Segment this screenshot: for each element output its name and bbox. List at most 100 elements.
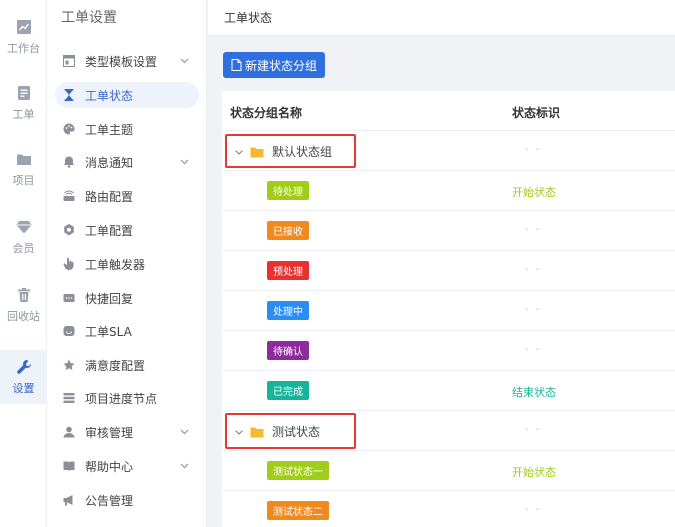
sla-icon: [63, 325, 75, 337]
bell-icon: [63, 156, 75, 168]
status-mark-empty: - -: [525, 504, 542, 515]
gear-icon: [63, 224, 75, 236]
menu-item-label: 满意度配置: [85, 358, 146, 373]
table-row[interactable]: 测试状态二 - -: [222, 491, 675, 527]
submenu-title: 工单设置: [61, 10, 117, 26]
folder-icon: [16, 151, 32, 167]
menu-item-ticket-theme[interactable]: 工单主题: [55, 116, 199, 142]
chevron-down-icon[interactable]: [180, 56, 189, 65]
table-row[interactable]: 已接收 - -: [222, 211, 675, 251]
menu-item-label: 公告管理: [85, 493, 134, 508]
status-tag: 待处理: [267, 181, 309, 200]
menu-item-ticket-status[interactable]: 工单状态: [55, 82, 199, 108]
status-tag: 测试状态一: [267, 461, 329, 480]
reply-icon: [63, 292, 75, 304]
diamond-icon: [16, 219, 32, 235]
status-mark: 开始状态: [512, 466, 556, 479]
status-tag: 已完成: [267, 381, 309, 400]
menu-item-label: 路由配置: [85, 189, 134, 204]
status-tag: 待确认: [267, 341, 309, 360]
table-row[interactable]: 待处理 开始状态: [222, 171, 675, 211]
menu-item-satisfaction[interactable]: 满意度配置: [55, 352, 199, 378]
rail-item-label: 工作台: [7, 41, 40, 55]
rail-item-recycle-bin[interactable]: 回收站: [0, 278, 47, 332]
rail-item-label: 项目: [12, 173, 35, 187]
rail-item-label: 工单: [12, 107, 35, 121]
menu-item-review[interactable]: 审核管理: [55, 419, 199, 445]
menu-item-label: 消息通知: [85, 155, 134, 170]
book-icon: [63, 460, 75, 472]
status-mark-empty: - -: [525, 144, 542, 155]
chevron-down-icon[interactable]: [180, 157, 189, 166]
status-mark-empty: - -: [525, 344, 542, 355]
menu-item-label: 工单触发器: [85, 257, 146, 272]
rail-item-label: 会员: [12, 241, 35, 255]
hourglass-icon: [63, 89, 75, 101]
column-header-group-name: 状态分组名称: [230, 106, 303, 120]
star-icon: [63, 359, 75, 371]
menu-item-help-center[interactable]: 帮助中心: [55, 453, 199, 479]
chart-icon: [16, 19, 32, 35]
template-icon: [63, 55, 75, 67]
new-status-group-button[interactable]: 新建状态分组: [223, 52, 326, 78]
menu-item-ticket-trigger[interactable]: 工单触发器: [55, 251, 199, 277]
user-icon: [63, 426, 75, 438]
page-title: 工单状态: [224, 11, 273, 25]
table-row[interactable]: 测试状态一 开始状态: [222, 451, 675, 491]
menu-item-label: 审核管理: [85, 425, 134, 440]
menu-item-project-progress[interactable]: 项目进度节点: [55, 385, 199, 411]
menu-item-label: 快捷回复: [85, 291, 134, 306]
rail-item-workbench[interactable]: 工作台: [0, 10, 47, 64]
chevron-down-icon[interactable]: [180, 427, 189, 436]
page-header: 工单状态: [208, 0, 675, 36]
list-icon: [63, 392, 75, 404]
rail-item-settings[interactable]: 设置: [0, 350, 47, 404]
submenu: 工单设置 类型模板设置 工单状态 工单主题 消息通知 路由配置 工单配置 工单触…: [47, 0, 207, 527]
menu-item-label: 项目进度节点: [85, 391, 158, 406]
status-mark: 结束状态: [512, 386, 556, 399]
chevron-down-icon[interactable]: [180, 461, 189, 470]
menu-item-label: 类型模板设置: [85, 54, 158, 69]
menu-item-ticket-config[interactable]: 工单配置: [55, 217, 199, 243]
status-mark-empty: - -: [525, 264, 542, 275]
table-row[interactable]: 已完成 结束状态: [222, 371, 675, 411]
highlight-box: [225, 413, 356, 449]
hand-icon: [63, 258, 75, 270]
menu-item-label: 工单主题: [85, 122, 134, 137]
status-mark-empty: - -: [525, 224, 542, 235]
rail-item-label: 设置: [12, 381, 35, 395]
menu-item-type-template[interactable]: 类型模板设置: [55, 48, 199, 74]
status-tag: 已接收: [267, 221, 309, 240]
menu-item-label: 工单配置: [85, 223, 134, 238]
rail-item-tickets[interactable]: 工单: [0, 76, 47, 130]
status-tag: 预处理: [267, 261, 309, 280]
menu-item-label: 帮助中心: [85, 459, 134, 474]
new-status-group-label: 新建状态分组: [245, 58, 318, 73]
trash-icon: [16, 287, 32, 303]
menu-item-label: 工单状态: [85, 88, 134, 103]
wrench-icon: [16, 359, 32, 375]
table-row[interactable]: 待确认 - -: [222, 331, 675, 371]
rail-item-projects[interactable]: 项目: [0, 142, 47, 196]
rail-item-label: 回收站: [7, 309, 40, 323]
menu-item-notifications[interactable]: 消息通知: [55, 149, 199, 175]
rail-item-members[interactable]: 会员: [0, 210, 47, 264]
status-mark-empty: - -: [525, 304, 542, 315]
status-table: 状态分组名称 状态标识 默认状态组 - - 待处理 开始状态 已接收 - - 预…: [222, 91, 675, 527]
menu-item-ticket-sla[interactable]: 工单SLA: [55, 318, 199, 344]
menu-item-announcements[interactable]: 公告管理: [55, 487, 199, 513]
table-row[interactable]: 预处理 - -: [222, 251, 675, 291]
new-document-icon: [231, 59, 242, 71]
palette-icon: [63, 123, 75, 135]
status-mark: 开始状态: [512, 186, 556, 199]
megaphone-icon: [63, 494, 75, 506]
table-row[interactable]: 处理中 - -: [222, 291, 675, 331]
status-tag: 测试状态二: [267, 501, 329, 520]
menu-item-label: 工单SLA: [85, 324, 132, 339]
status-tag: 处理中: [267, 301, 309, 320]
menu-item-routing[interactable]: 路由配置: [55, 183, 199, 209]
highlight-box: [225, 134, 356, 168]
menu-item-quick-reply[interactable]: 快捷回复: [55, 285, 199, 311]
ticket-icon: [16, 85, 32, 101]
status-mark-empty: - -: [525, 424, 542, 435]
